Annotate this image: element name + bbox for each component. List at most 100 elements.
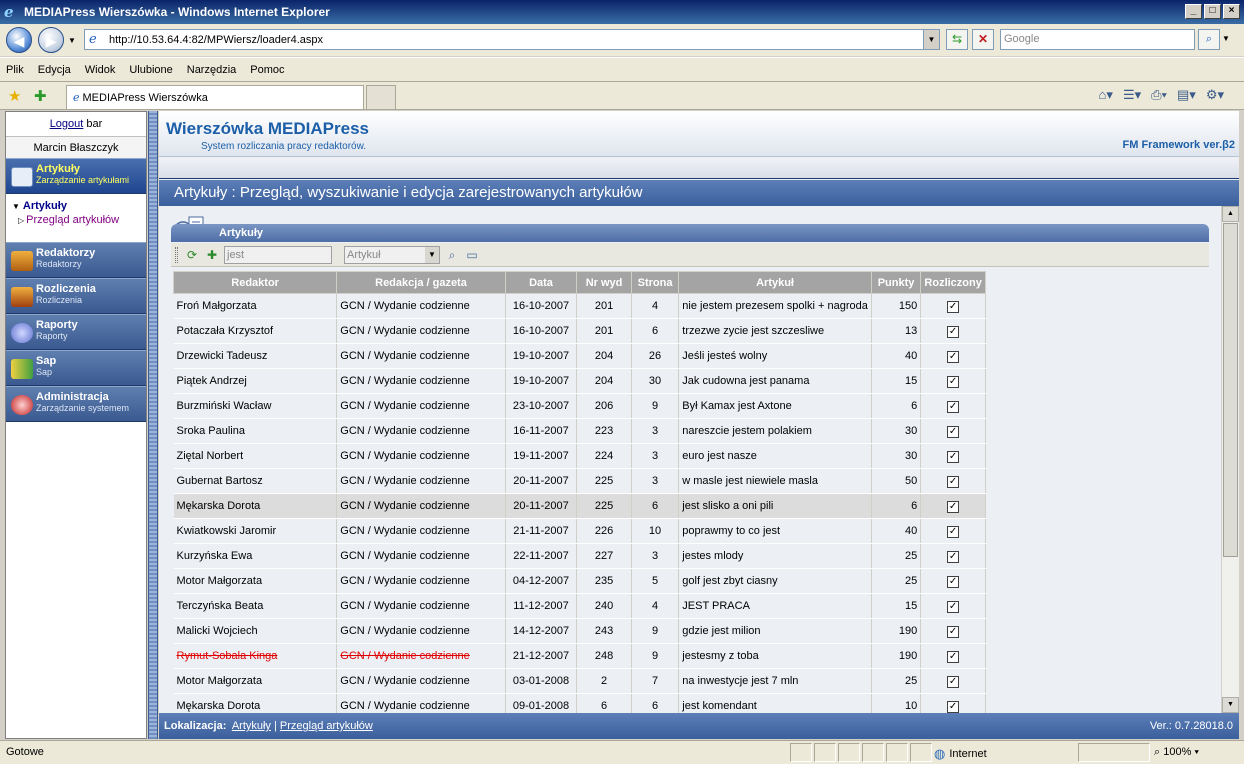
table-row[interactable]: Gubernat Bartosz GCN / Wydanie codzienne 2… [173,468,986,494]
table-cell: 50 [871,468,922,494]
table-row[interactable]: Froń Małgorzata GCN / Wydanie codzienne 16… [173,293,986,319]
menu-item-narzedzia[interactable]: Narzędzia [187,64,237,76]
settled-checkbox[interactable]: ✓ [947,600,960,613]
minimize-button[interactable]: _ [1185,4,1202,19]
sidebar-item-administracja[interactable]: Administracja Zarządzanie systemem [6,386,146,422]
menu-item-ulubione[interactable]: Ulubione [129,64,172,76]
table-row[interactable]: Motor Małgorzata GCN / Wydanie codzienne 0… [173,668,986,694]
home-icon[interactable]: ⌂▾ [1099,87,1113,103]
stop-button[interactable]: ✕ [972,29,994,50]
settled-checkbox[interactable]: ✓ [947,475,960,488]
content-scrollbar[interactable]: ▲ ▼ [1221,206,1239,713]
scroll-down-icon[interactable]: ▼ [1222,697,1239,713]
add-favorite-icon[interactable]: ✚ [34,87,47,105]
settled-checkbox[interactable]: ✓ [947,550,960,563]
tab-mediapress[interactable]: e MEDIAPress Wierszówka [66,85,364,109]
settled-checkbox[interactable]: ✓ [947,400,960,413]
back-button[interactable]: ◀ [6,27,32,53]
tools-gear-icon[interactable]: ⚙▾ [1206,87,1224,103]
sidebar-item-redaktorzy[interactable]: Redaktorzy Redaktorzy [6,242,146,278]
favorites-star-icon[interactable]: ★ [8,87,21,105]
history-dropdown-icon[interactable]: ▼ [68,36,76,45]
col-header-nr-wyd[interactable]: Nr wyd [576,271,632,294]
settled-checkbox[interactable]: ✓ [947,325,960,338]
logout-link[interactable]: Logout [50,118,84,130]
scroll-up-icon[interactable]: ▲ [1222,206,1239,222]
close-button[interactable]: × [1223,4,1240,19]
settled-checkbox[interactable]: ✓ [947,575,960,588]
protected-mode-icon[interactable] [1078,743,1150,762]
page-menu-icon[interactable]: ▤▾ [1177,87,1196,103]
url-dropdown-icon[interactable]: ▼ [923,30,939,49]
table-row[interactable]: Burzmiński Wacław GCN / Wydanie codzienne… [173,393,986,419]
scroll-thumb[interactable] [1223,223,1238,557]
table-row[interactable]: Ziętal Norbert GCN / Wydanie codzienne 19-… [173,443,986,469]
sidebar-item-sap[interactable]: Sap Sap [6,350,146,386]
clear-filter-icon[interactable]: ▭ [464,247,480,263]
table-row[interactable]: Kwiatkowski Jaromir GCN / Wydanie codzien… [173,518,986,544]
new-tab-button[interactable] [366,85,396,109]
grid-search-input[interactable]: jest [224,245,332,264]
table-row[interactable]: Rymut-Sobala Kinga GCN / Wydanie codzienn… [173,643,986,669]
settled-checkbox[interactable]: ✓ [947,525,960,538]
table-row[interactable]: Potaczała Krzysztof GCN / Wydanie codzien… [173,318,986,344]
table-row[interactable]: Mękarska Dorota GCN / Wydanie codzienne 09… [173,693,986,713]
sidebar-splitter[interactable] [148,111,158,739]
menu-item-plik[interactable]: Plik [6,64,24,76]
forward-button[interactable]: ▶ [38,27,64,53]
col-header-rozliczony[interactable]: Rozliczony [920,271,986,294]
table-row[interactable]: Kurzyńska Ewa GCN / Wydanie codzienne 22-1… [173,543,986,569]
search-icon[interactable]: ⌕ [1198,29,1220,50]
url-field[interactable]: e http://10.53.64.4:82/MPWiersz/loader4.… [84,29,940,50]
search-input[interactable]: Google [1000,29,1195,50]
sidebar-item-rozliczenia[interactable]: Rozliczenia Rozliczenia [6,278,146,314]
table-row[interactable]: Motor Małgorzata GCN / Wydanie codzienne 0… [173,568,986,594]
table-row[interactable]: Terczyńska Beata GCN / Wydanie codzienne 1… [173,593,986,619]
menu-item-edycja[interactable]: Edycja [38,64,71,76]
sidebar-item-raporty[interactable]: Raporty Raporty [6,314,146,350]
search-icon[interactable]: ⌕ [444,247,460,263]
table-row[interactable]: Mękarska Dorota GCN / Wydanie codzienne 20… [173,493,986,519]
breadcrumb-artykuly[interactable]: Artykuły [232,720,271,732]
search-field-select[interactable]: Artykuł ▼ [344,245,440,264]
feeds-icon[interactable]: ☰▾ [1123,87,1141,103]
settled-checkbox[interactable]: ✓ [947,425,960,438]
col-header-strona[interactable]: Strona [630,271,680,294]
settled-checkbox[interactable]: ✓ [947,625,960,638]
subnav-item-przeglad[interactable]: Przegląd artykułów [12,214,146,226]
settled-checkbox[interactable]: ✓ [947,300,960,313]
table-row[interactable]: Drzewicki Tadeusz GCN / Wydanie codzienne… [173,343,986,369]
col-header-redaktor[interactable]: Redaktor [172,271,338,294]
settled-checkbox[interactable]: ✓ [947,375,960,388]
table-row[interactable]: Piątek Andrzej GCN / Wydanie codzienne 19-… [173,368,986,394]
table-row[interactable]: Malicki Wojciech GCN / Wydanie codzienne 1… [173,618,986,644]
table-cell: 9 [631,618,680,644]
breadcrumb-przeglad[interactable]: Przegląd artykułów [280,720,373,732]
menu-item-widok[interactable]: Widok [85,64,116,76]
sidebar-item-artykuly[interactable]: Artykuły Zarządzanie artykułami [6,158,146,194]
col-header-redakcja[interactable]: Redakcja / gazeta [336,271,506,294]
print-icon[interactable]: ⎙▾ [1151,87,1167,103]
settled-checkbox[interactable]: ✓ [947,450,960,463]
search-dropdown-icon[interactable]: ▼ [1222,34,1230,43]
window-title: MEDIAPress Wierszówka - Windows Internet… [24,5,330,19]
refresh-grid-icon[interactable]: ⟳ [184,247,200,263]
table-cell: 190 [871,643,922,669]
popup-blocker-icon[interactable] [910,743,932,762]
refresh-button[interactable]: ⇆ [946,29,968,50]
col-header-data[interactable]: Data [504,271,578,294]
security-zone[interactable]: ◍ Internet [934,746,987,762]
subnav-title[interactable]: Artykuły [12,200,146,212]
col-header-artykul[interactable]: Artykuł [678,271,872,294]
settled-checkbox[interactable]: ✓ [947,675,960,688]
col-header-punkty[interactable]: Punkty [870,271,922,294]
settled-checkbox[interactable]: ✓ [947,500,960,513]
add-record-icon[interactable]: ✚ [204,247,220,263]
maximize-button[interactable]: □ [1204,4,1221,19]
zoom-control[interactable]: ⌕ 100% ▾ [1154,746,1199,759]
settled-checkbox[interactable]: ✓ [947,350,960,363]
settled-checkbox[interactable]: ✓ [947,700,960,713]
menu-item-pomoc[interactable]: Pomoc [250,64,284,76]
table-row[interactable]: Sroka Paulina GCN / Wydanie codzienne 16-1… [173,418,986,444]
settled-checkbox[interactable]: ✓ [947,650,960,663]
